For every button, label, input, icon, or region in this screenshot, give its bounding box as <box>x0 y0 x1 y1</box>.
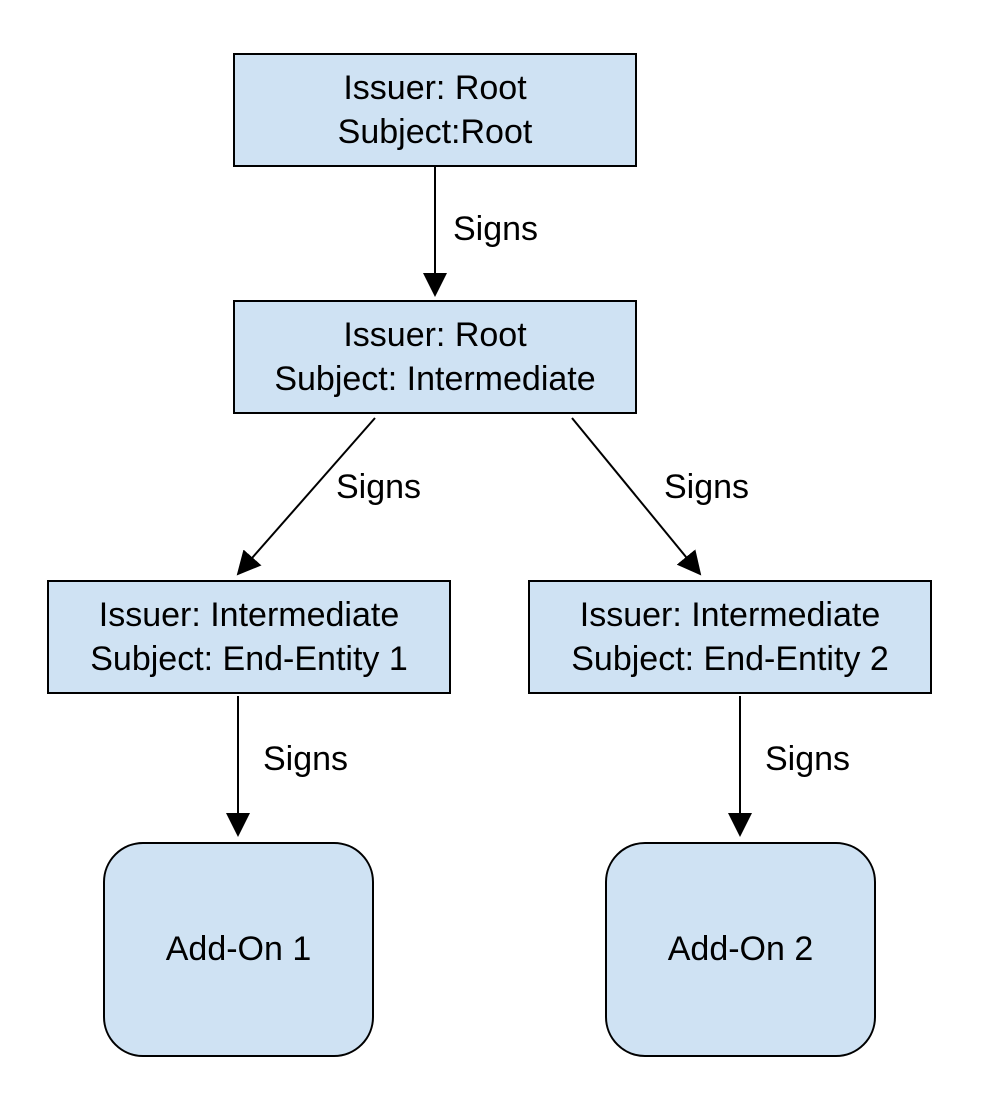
node-root: Issuer: Root Subject:Root <box>233 53 637 167</box>
node-entity2: Issuer: Intermediate Subject: End-Entity… <box>528 580 932 694</box>
node-entity1-line2: Subject: End-Entity 1 <box>90 637 408 681</box>
node-entity2-line2: Subject: End-Entity 2 <box>571 637 889 681</box>
node-intermediate-line2: Subject: Intermediate <box>274 357 595 401</box>
node-root-line2: Subject:Root <box>338 110 533 154</box>
node-addon1: Add-On 1 <box>103 842 374 1057</box>
node-entity2-line1: Issuer: Intermediate <box>580 593 880 637</box>
node-addon2-label: Add-On 2 <box>668 927 814 971</box>
node-entity1: Issuer: Intermediate Subject: End-Entity… <box>47 580 451 694</box>
node-intermediate-line1: Issuer: Root <box>343 313 526 357</box>
node-entity1-line1: Issuer: Intermediate <box>99 593 399 637</box>
edge-label-root-intermediate: Signs <box>453 210 538 249</box>
node-root-line1: Issuer: Root <box>343 66 526 110</box>
edge-label-entity2-addon2: Signs <box>765 740 850 779</box>
edge-label-entity1-addon1: Signs <box>263 740 348 779</box>
node-intermediate: Issuer: Root Subject: Intermediate <box>233 300 637 414</box>
diagram-canvas: Issuer: Root Subject:Root Issuer: Root S… <box>0 0 987 1104</box>
node-addon2: Add-On 2 <box>605 842 876 1057</box>
edge-label-intermediate-entity2: Signs <box>664 468 749 507</box>
node-addon1-label: Add-On 1 <box>166 927 312 971</box>
edge-label-intermediate-entity1: Signs <box>336 468 421 507</box>
